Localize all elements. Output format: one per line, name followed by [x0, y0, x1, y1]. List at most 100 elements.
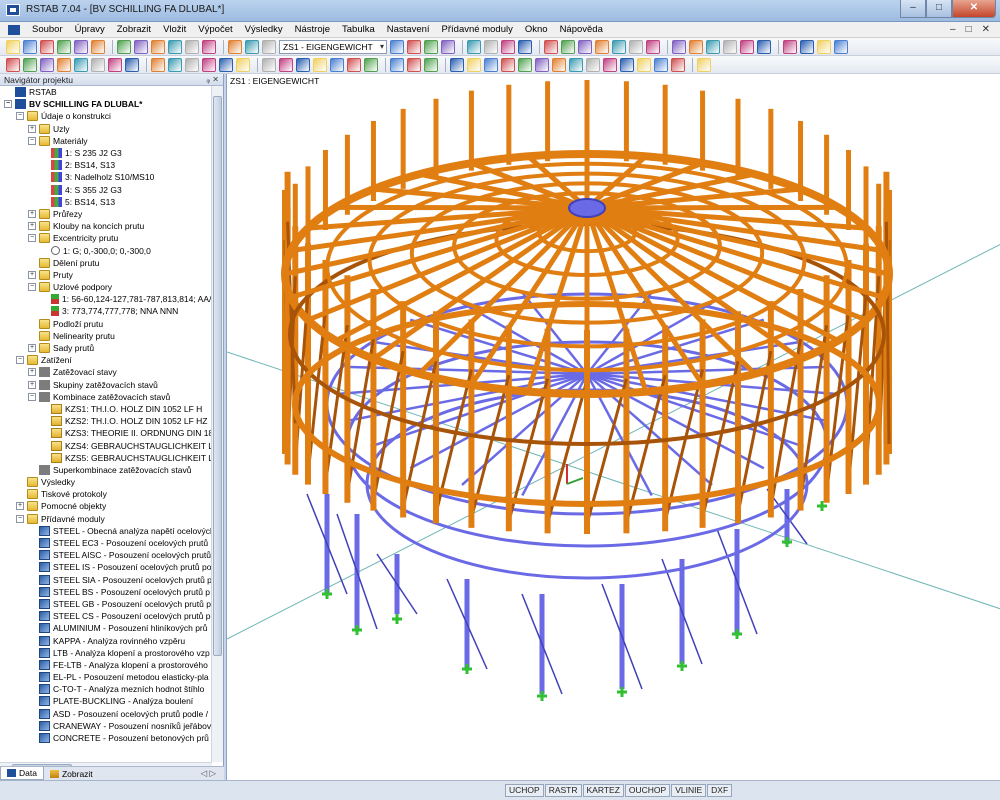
toolbar-tool-icon[interactable] — [74, 57, 88, 72]
expand-icon[interactable]: + — [16, 502, 24, 511]
toolbar-tool-icon[interactable] — [586, 57, 600, 72]
tree-item[interactable]: PLATE-BUCKLING - Analýza boulení — [0, 695, 212, 707]
toolbar-tool-icon[interactable] — [689, 39, 703, 54]
tree-item[interactable]: KAPPA - Analýza rovinného vzpěru — [0, 634, 212, 646]
tree-item[interactable]: C-TO-T - Analýza mezních hodnot štíhlo — [0, 683, 212, 695]
toolbar-tool-icon[interactable] — [245, 39, 259, 54]
toolbar-tool-icon[interactable] — [228, 39, 242, 54]
toolbar-tool-icon[interactable] — [262, 57, 276, 72]
tree-item[interactable]: 3: Nadelholz S10/MS10 — [0, 171, 212, 183]
toolbar-tool-icon[interactable] — [544, 39, 558, 54]
toolbar-tool-icon[interactable] — [671, 57, 685, 72]
tree-item[interactable]: STEEL EC3 - Posouzení ocelových prutů p — [0, 537, 212, 549]
toolbar-tool-icon[interactable] — [834, 39, 848, 54]
toolbar-tool-icon[interactable] — [637, 57, 651, 72]
toolbar-tool-icon[interactable] — [23, 57, 37, 72]
tree-item[interactable]: 3: 773,774,777,778; NNA NNN — [0, 305, 212, 317]
maximize-button[interactable]: □ — [926, 0, 952, 18]
toolbar-tool-icon[interactable] — [654, 57, 668, 72]
toolbar-tool-icon[interactable] — [535, 57, 549, 72]
navigator-pin-close-buttons[interactable]: ᵩ ✕ — [207, 74, 219, 86]
expand-icon[interactable]: + — [28, 380, 36, 389]
structure-model[interactable] — [227, 74, 1000, 780]
scrollbar-thumb[interactable] — [213, 96, 222, 656]
tree-item[interactable]: Tiskové protokoly — [0, 488, 212, 500]
collapse-icon[interactable]: − — [28, 136, 36, 145]
toolbar-tool-icon[interactable] — [800, 39, 814, 54]
toolbar-tool-icon[interactable] — [168, 57, 182, 72]
navigator-vertical-scrollbar[interactable] — [211, 86, 223, 762]
collapse-icon[interactable]: − — [28, 283, 36, 292]
tree-item[interactable]: CONCRETE - Posouzení betonových prů — [0, 732, 212, 744]
toolbar-tool-icon[interactable] — [561, 39, 575, 54]
toolbar-tool-icon[interactable] — [484, 39, 498, 54]
tree-item[interactable]: − Zatížení — [0, 354, 212, 366]
toolbar-tool-icon[interactable] — [347, 57, 361, 72]
toolbar-tool-icon[interactable] — [757, 39, 771, 54]
toolbar-tool-icon[interactable] — [407, 39, 421, 54]
expand-icon[interactable]: + — [28, 124, 36, 133]
toolbar-tool-icon[interactable] — [783, 39, 797, 54]
collapse-icon[interactable]: − — [28, 392, 36, 401]
toolbar-tool-icon[interactable] — [441, 39, 455, 54]
tree-item[interactable]: 2: BS14, S13 — [0, 159, 212, 171]
status-toggle-vlinie[interactable]: VLINIE — [671, 784, 707, 797]
tree-item[interactable]: RSTAB — [0, 86, 212, 98]
toolbar-tool-icon[interactable] — [296, 57, 310, 72]
toolbar-tool-icon[interactable] — [603, 57, 617, 72]
menu-item[interactable]: Úpravy — [69, 24, 111, 35]
tree-item[interactable]: FE-LTB - Analýza klopení a prostorového — [0, 659, 212, 671]
expand-icon[interactable]: + — [28, 222, 36, 231]
toolbar-tool-icon[interactable] — [518, 57, 532, 72]
toolbar-tool-icon[interactable] — [91, 39, 105, 54]
menu-item[interactable]: Vložit — [157, 24, 192, 35]
toolbar-tool-icon[interactable] — [595, 39, 609, 54]
tree-item[interactable]: STEEL - Obecná analýza napětí ocelových — [0, 525, 212, 537]
toolbar-tool-icon[interactable] — [569, 57, 583, 72]
tree-item[interactable]: 1: 56-60,124-127,781-787,813,814; AA/ — [0, 293, 212, 305]
close-button[interactable]: ✕ — [952, 0, 996, 18]
doc-restore-button[interactable]: □ — [966, 24, 972, 35]
tree-item[interactable]: STEEL IS - Posouzení ocelových prutů po — [0, 561, 212, 573]
tree-item[interactable]: STEEL GB - Posouzení ocelových prutů p — [0, 598, 212, 610]
tree-item[interactable]: KZS1: TH.I.O. HOLZ DIN 1052 LF H — [0, 403, 212, 415]
tree-item[interactable]: Dělení prutu — [0, 257, 212, 269]
tree-item[interactable]: 4: S 355 J2 G3 — [0, 184, 212, 196]
tree-item[interactable]: ASD - Posouzení ocelových prutů podle / — [0, 708, 212, 720]
toolbar-tool-icon[interactable] — [364, 57, 378, 72]
tree-item[interactable]: STEEL CS - Posouzení ocelových prutů po — [0, 610, 212, 622]
toolbar-tool-icon[interactable] — [740, 39, 754, 54]
tree-item[interactable]: 1: S 235 J2 G3 — [0, 147, 212, 159]
tree-item[interactable]: + Uzly — [0, 123, 212, 135]
tree-item[interactable]: EL-PL - Posouzení metodou elasticky-pla — [0, 671, 212, 683]
tree-item[interactable]: + Sady prutů — [0, 342, 212, 354]
tree-item[interactable]: 1: G; 0,-300,0; 0,-300,0 — [0, 244, 212, 256]
toolbar-tool-icon[interactable] — [620, 57, 634, 72]
tree-item[interactable]: STEEL AISC - Posouzení ocelových prutů — [0, 549, 212, 561]
tree-item[interactable]: 5: BS14, S13 — [0, 196, 212, 208]
toolbar-tool-icon[interactable] — [330, 57, 344, 72]
toolbar-tool-icon[interactable] — [390, 57, 404, 72]
toolbar-tool-icon[interactable] — [151, 39, 165, 54]
3d-view[interactable]: ZS1 : EIGENGEWICHT — [226, 74, 1000, 780]
toolbar-tool-icon[interactable] — [151, 57, 165, 72]
toolbar-tool-icon[interactable] — [424, 57, 438, 72]
collapse-icon[interactable]: − — [16, 112, 24, 121]
status-toggle-uchop[interactable]: UCHOP — [505, 784, 544, 797]
tree-item[interactable]: LTB - Analýza klopení a prostorového vzp — [0, 647, 212, 659]
doc-close-button[interactable]: ✕ — [982, 24, 990, 35]
tree-item[interactable]: Podloží prutu — [0, 318, 212, 330]
load-case-select[interactable]: ZS1 - EIGENGEWICHT — [279, 39, 387, 54]
toolbar-tool-icon[interactable] — [74, 39, 88, 54]
toolbar-tool-icon[interactable] — [57, 57, 71, 72]
toolbar-tool-icon[interactable] — [202, 57, 216, 72]
toolbar-tool-icon[interactable] — [57, 39, 71, 54]
toolbar-tool-icon[interactable] — [501, 39, 515, 54]
tree-item[interactable]: ALUMINIUM - Posouzení hliníkových prů — [0, 622, 212, 634]
toolbar-tool-icon[interactable] — [40, 39, 54, 54]
toolbar-tool-icon[interactable] — [518, 39, 532, 54]
toolbar-tool-icon[interactable] — [185, 39, 199, 54]
tab-data[interactable]: Data — [0, 767, 44, 780]
toolbar-tool-icon[interactable] — [134, 39, 148, 54]
expand-icon[interactable]: + — [28, 344, 36, 353]
